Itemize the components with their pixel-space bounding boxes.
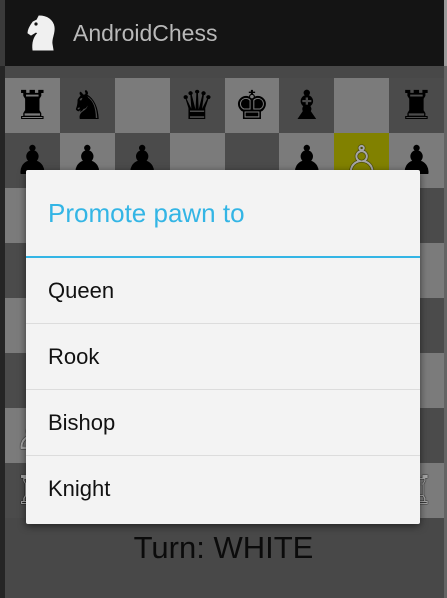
knight-icon[interactable]	[23, 13, 63, 53]
option-rook[interactable]: Rook	[26, 324, 420, 390]
app-title: AndroidChess	[73, 19, 218, 46]
promote-dialog: Promote pawn to Queen Rook Bishop Knight	[26, 170, 420, 524]
option-bishop[interactable]: Bishop	[26, 390, 420, 456]
option-queen[interactable]: Queen	[26, 258, 420, 324]
action-bar: AndroidChess	[5, 0, 444, 66]
option-knight[interactable]: Knight	[26, 456, 420, 522]
dialog-title: Promote pawn to	[26, 170, 420, 258]
